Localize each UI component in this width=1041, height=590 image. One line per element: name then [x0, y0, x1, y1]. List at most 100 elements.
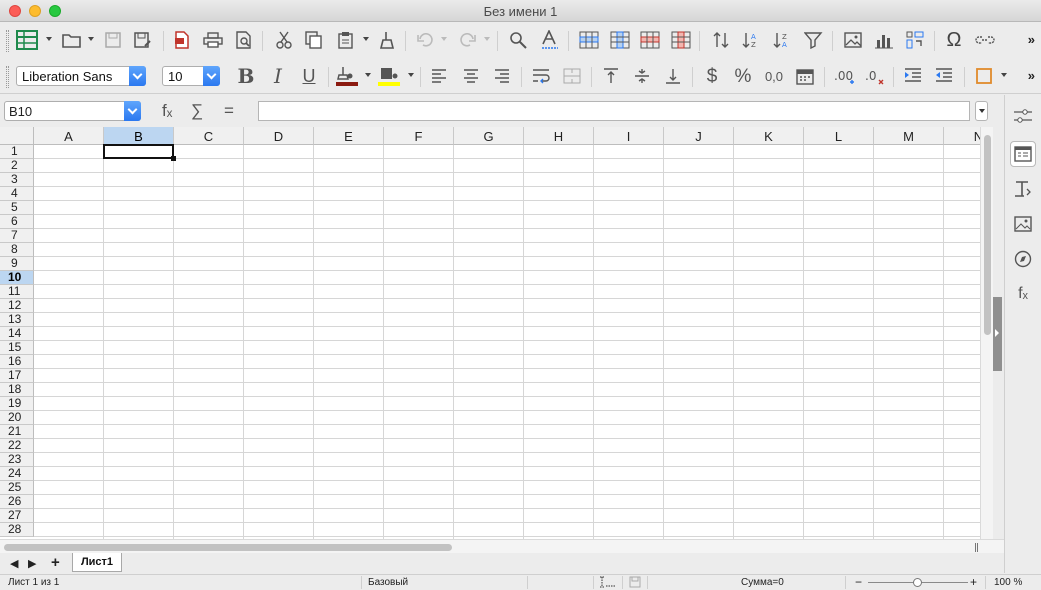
toolbar-grip[interactable] [6, 30, 9, 52]
paste-dropdown-icon[interactable] [363, 37, 369, 41]
row-header[interactable]: 26 [0, 495, 34, 509]
column-header[interactable]: L [804, 127, 874, 145]
formula-equals-icon[interactable]: = [224, 101, 234, 121]
export-pdf-icon[interactable] [170, 29, 194, 51]
row-header[interactable]: 17 [0, 369, 34, 383]
number-format-icon[interactable]: 0,0 [762, 65, 786, 87]
zoom-out-button[interactable]: − [855, 575, 862, 589]
decrease-indent-icon[interactable] [932, 65, 956, 87]
save-as-icon[interactable] [131, 29, 155, 51]
increase-indent-icon[interactable] [901, 65, 925, 87]
zoom-level[interactable]: 100 % [994, 577, 1022, 588]
column-header[interactable]: I [594, 127, 664, 145]
sum-icon[interactable]: ∑ [191, 101, 203, 121]
row-header[interactable]: 15 [0, 341, 34, 355]
font-size-dropdown-button[interactable] [203, 66, 220, 86]
insert-column-icon[interactable] [669, 29, 693, 51]
column-header[interactable]: D [244, 127, 314, 145]
row-header[interactable]: 4 [0, 187, 34, 201]
sum-status[interactable]: Сумма=0 [741, 577, 784, 588]
select-all-corner[interactable] [0, 127, 34, 145]
align-left-icon[interactable] [427, 65, 451, 87]
print-preview-icon[interactable] [232, 29, 256, 51]
center-vertically-icon[interactable] [630, 65, 654, 87]
italic-icon[interactable]: I [266, 65, 290, 87]
font-size-combo[interactable]: 10 [162, 66, 220, 86]
column-header[interactable]: E [314, 127, 384, 145]
row-header[interactable]: 25 [0, 481, 34, 495]
highlight-color-icon[interactable] [377, 65, 401, 87]
align-bottom-icon[interactable] [661, 65, 685, 87]
row-header[interactable]: 24 [0, 467, 34, 481]
column-header[interactable]: M [874, 127, 944, 145]
new-dropdown-icon[interactable] [46, 37, 52, 41]
font-color-icon[interactable] [335, 65, 359, 87]
wrap-text-icon[interactable] [529, 65, 553, 87]
toolbar-overflow-icon[interactable]: » [1028, 68, 1035, 83]
paste-icon[interactable] [334, 29, 358, 51]
row-header[interactable]: 14 [0, 327, 34, 341]
function-wizard-icon[interactable]: fₓ [162, 101, 172, 121]
column-header[interactable]: C [174, 127, 244, 145]
font-name-combo[interactable]: Liberation Sans [16, 66, 146, 86]
toolbar-overflow-icon[interactable]: » [1028, 32, 1035, 47]
spelling-icon[interactable] [538, 29, 562, 51]
find-replace-icon[interactable] [506, 29, 530, 51]
row-header[interactable]: 11 [0, 285, 34, 299]
print-icon[interactable] [201, 29, 225, 51]
row-header[interactable]: 13 [0, 313, 34, 327]
row-header[interactable]: 2 [0, 159, 34, 173]
row-header[interactable]: 3 [0, 173, 34, 187]
column-header[interactable]: A [34, 127, 104, 145]
column-header[interactable]: F [384, 127, 454, 145]
sheet-tab[interactable]: Лист1 [72, 553, 122, 572]
expand-formula-bar-button[interactable] [975, 101, 988, 121]
active-cell-cursor[interactable] [103, 144, 176, 161]
borders-dropdown-icon[interactable] [1001, 73, 1007, 77]
name-box[interactable]: B10 [4, 101, 141, 121]
sidebar-menu-icon[interactable] [1010, 103, 1036, 129]
column-header[interactable]: N [944, 127, 980, 145]
insert-chart-icon[interactable] [872, 29, 896, 51]
column-header[interactable]: G [454, 127, 524, 145]
row-header[interactable]: 12 [0, 299, 34, 313]
redo-dropdown-icon[interactable] [484, 37, 490, 41]
name-box-dropdown-button[interactable] [124, 101, 141, 121]
sort-icon[interactable] [709, 29, 733, 51]
open-icon[interactable] [60, 29, 84, 51]
row-header[interactable]: 6 [0, 215, 34, 229]
hyperlink-icon[interactable] [973, 29, 997, 51]
add-decimal-icon[interactable]: .00 [832, 65, 856, 87]
column-header[interactable]: H [524, 127, 594, 145]
align-center-icon[interactable] [459, 65, 483, 87]
clone-formatting-icon[interactable] [375, 29, 399, 51]
currency-format-icon[interactable]: $ [700, 65, 724, 87]
insert-mode-icon[interactable] [600, 576, 616, 590]
highlight-dropdown-icon[interactable] [408, 73, 414, 77]
underline-icon[interactable]: U [297, 65, 321, 87]
properties-icon[interactable] [1010, 141, 1036, 167]
row-header[interactable]: 10 [0, 271, 34, 285]
spreadsheet-icon[interactable] [15, 29, 39, 51]
sort-ascending-icon[interactable]: AZ [739, 29, 763, 51]
vertical-scroll-thumb[interactable] [984, 135, 991, 335]
delete-decimal-icon[interactable]: .0 [862, 65, 886, 87]
next-sheet-icon[interactable]: ▶ [28, 557, 36, 570]
horizontal-scroll-thumb[interactable] [4, 544, 452, 551]
row-header[interactable]: 19 [0, 397, 34, 411]
align-right-icon[interactable] [490, 65, 514, 87]
undo-dropdown-icon[interactable] [441, 37, 447, 41]
merge-cells-icon[interactable] [560, 65, 584, 87]
pivot-table-icon[interactable] [903, 29, 927, 51]
sort-descending-icon[interactable]: ZA [770, 29, 794, 51]
scrollbar-split-handle[interactable] [975, 543, 978, 552]
column-header[interactable]: B [104, 127, 174, 145]
column-icon[interactable] [608, 29, 632, 51]
row-header[interactable]: 23 [0, 453, 34, 467]
sidebar-collapse-handle[interactable] [993, 297, 1002, 371]
insert-image-icon[interactable] [841, 29, 865, 51]
spreadsheet-grid[interactable]: ABCDEFGHIJKLMN 1 2 3 4 5 6 7 8 9 10 11 12 13 14 15 16 17… [0, 127, 980, 539]
autofilter-icon[interactable] [802, 29, 826, 51]
row-header[interactable]: 21 [0, 425, 34, 439]
styles-icon[interactable] [1010, 176, 1036, 202]
